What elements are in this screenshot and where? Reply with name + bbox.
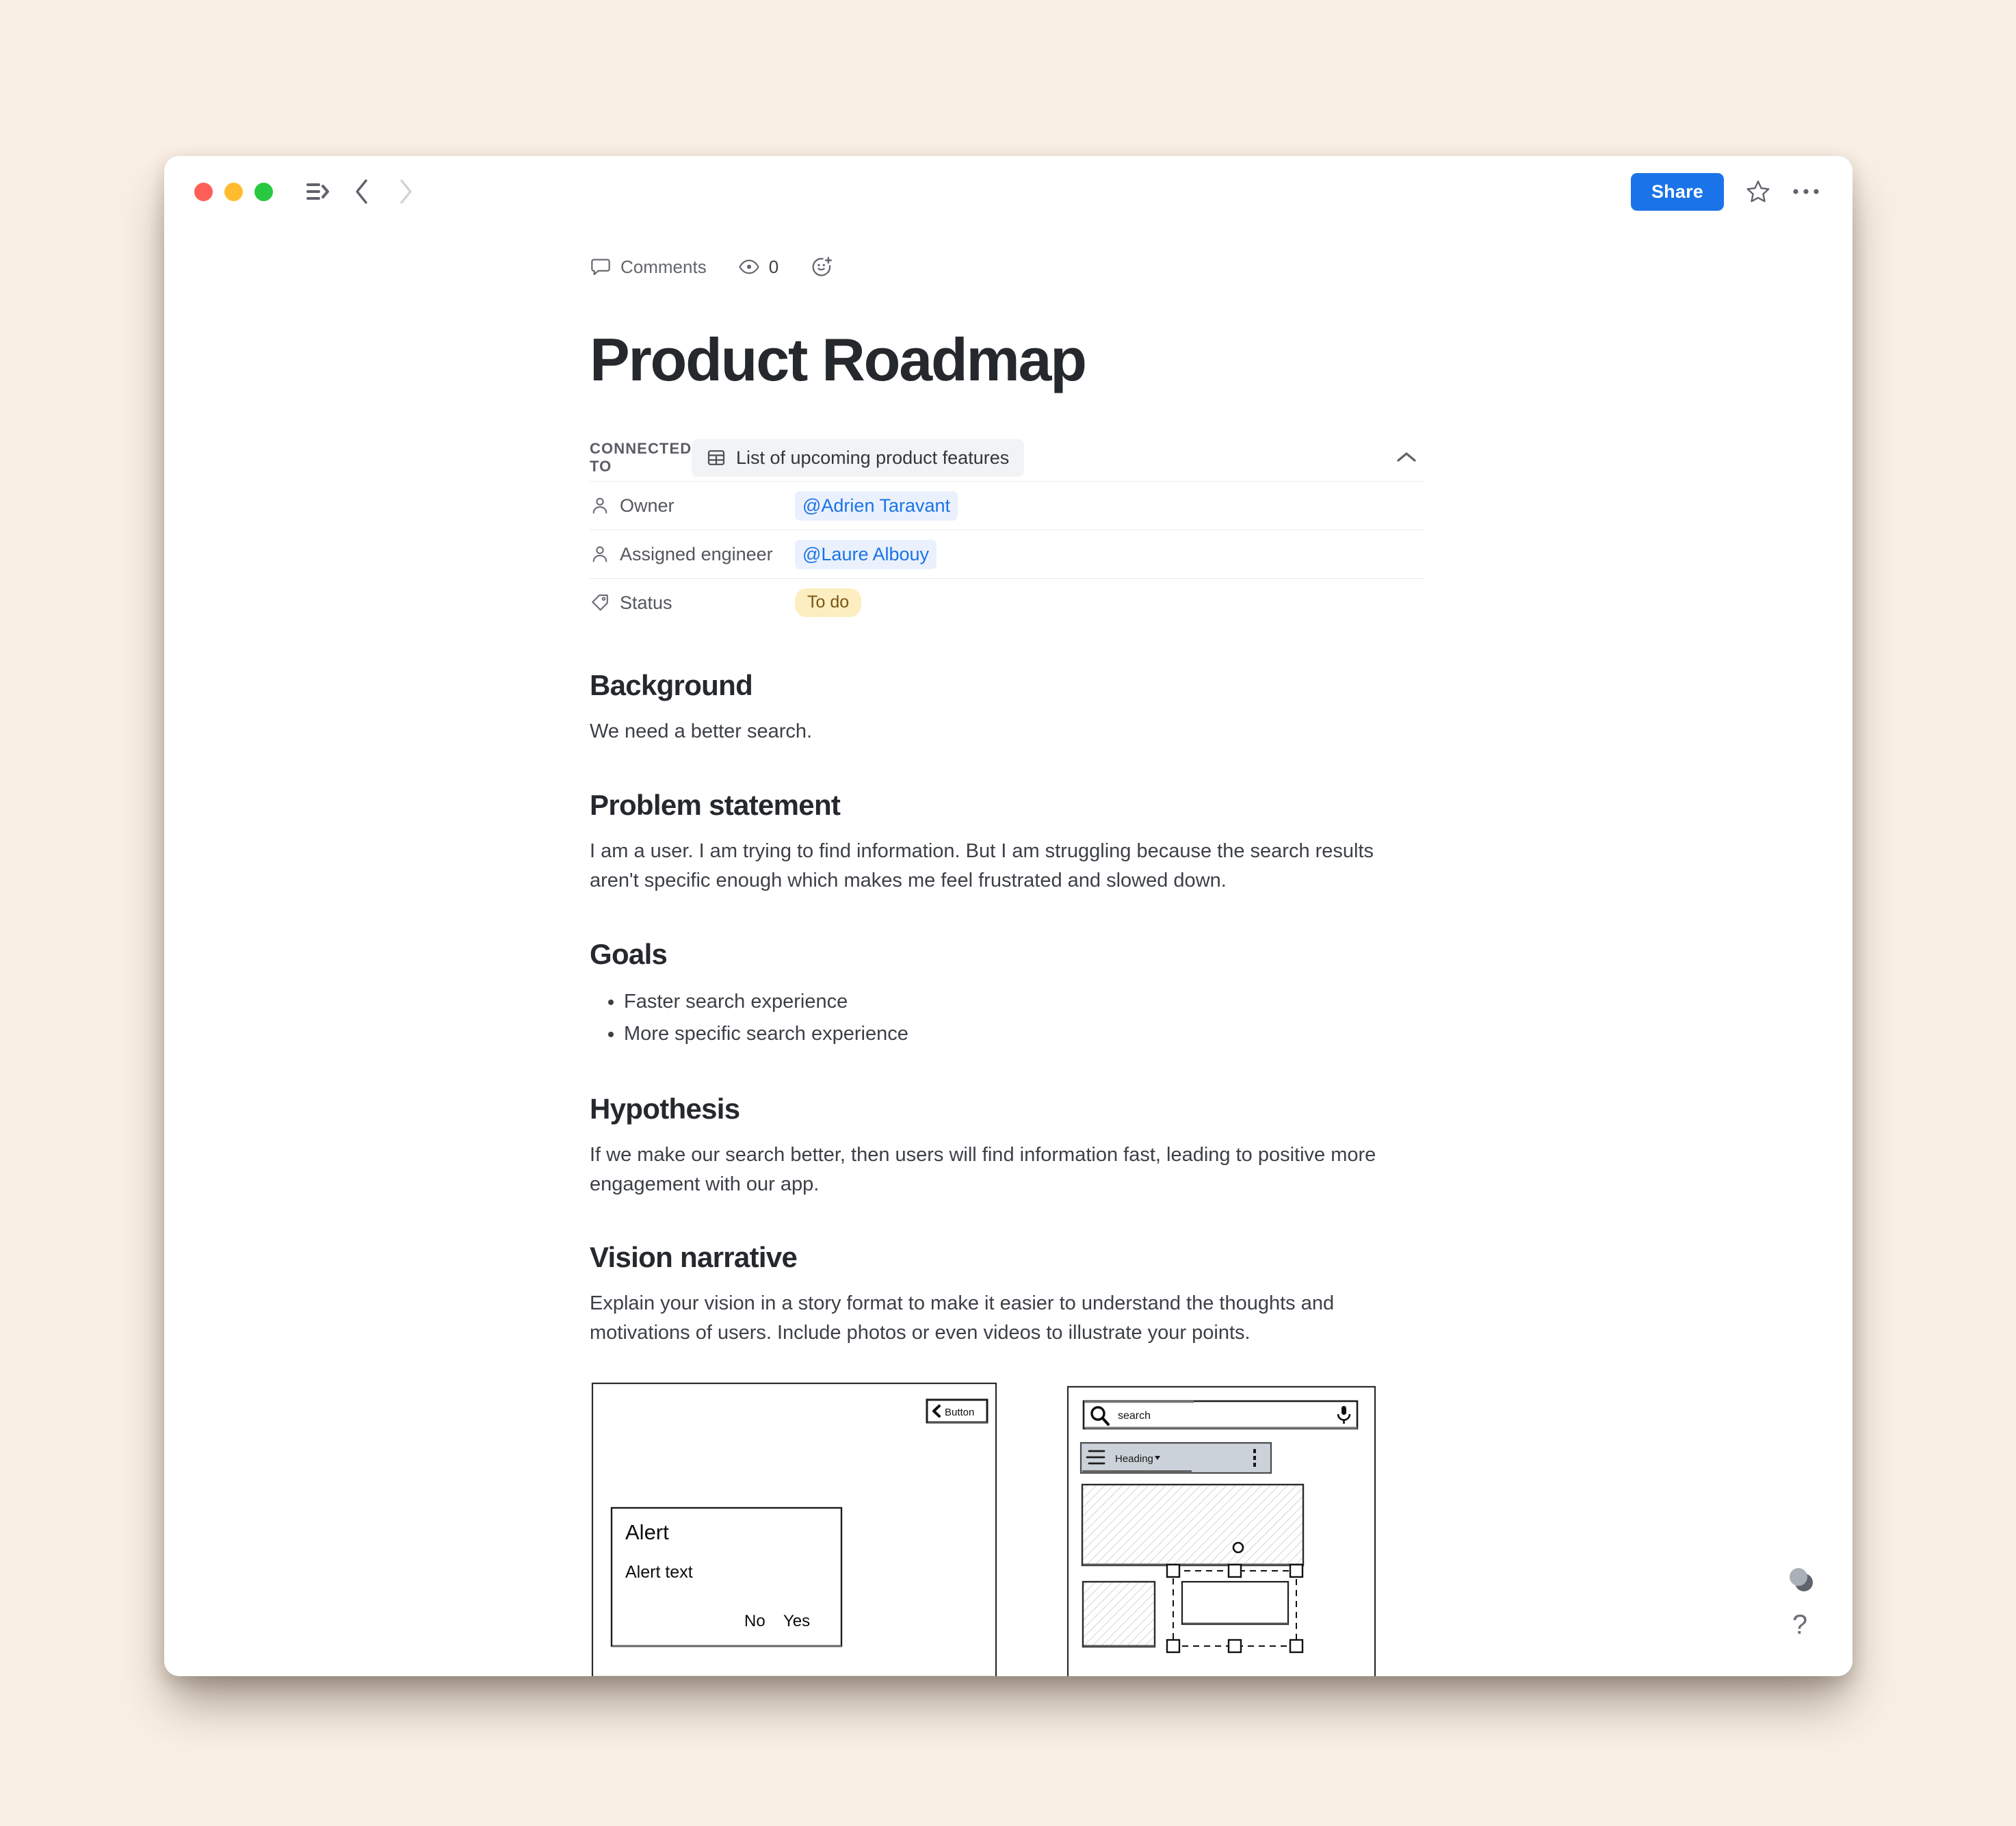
desktop-background: Share Comments 0 Product Roadmap CONNECT… [0,0,2016,1826]
svg-text:Alert text: Alert text [625,1563,693,1582]
section-heading-vision-narrative: Vision narrative [590,1241,798,1274]
section-heading-hypothesis: Hypothesis [590,1092,740,1125]
list-item: Faster search experience [624,986,1424,1018]
section-text-vision-narrative: Explain your vision in a story format to… [590,1292,1335,1344]
view-count-value: 0 [768,256,779,277]
traffic-light-controls [194,182,273,201]
svg-text:search: search [1118,1410,1151,1422]
sidebar-expand-icon[interactable] [299,172,337,211]
comments-button[interactable]: Comments [590,256,707,278]
property-row-status[interactable]: Status To do [590,578,1424,627]
connected-to-label: CONNECTED TO [590,440,692,475]
document-area: Comments 0 Product Roadmap CONNECTED TO … [164,250,1853,1676]
chevron-left-icon[interactable] [343,172,381,211]
section-heading-background: Background [590,669,753,701]
wireframe-alert-box: Alert Alert text No Yes [610,1507,843,1647]
person-icon [590,544,620,564]
table-icon [707,448,726,467]
ellipsis-icon[interactable] [1787,172,1825,211]
svg-text:Alert: Alert [625,1520,669,1544]
share-button[interactable]: Share [1630,172,1724,211]
section-text-hypothesis: If we make our search better, then users… [590,1143,1376,1195]
star-icon[interactable] [1739,172,1777,211]
wireframe-search-bar: search [1082,1400,1359,1430]
minimize-window-button[interactable] [224,182,243,201]
page-title: Product Roadmap [590,326,1087,393]
wireframe-image-placeholder-small [1082,1581,1156,1648]
property-row-assigned-engineer[interactable]: Assigned engineer @Laure Albouy [590,530,1424,578]
window-titlebar: Share [164,156,1853,227]
document-meta-bar: Comments 0 [590,250,1424,283]
property-row-owner[interactable]: Owner @Adrien Taravant [590,481,1424,530]
connected-source-name: List of upcoming product features [736,447,1010,468]
wireframe-heading-toolbar: Heading [1079,1442,1272,1474]
list-item: More specific search experience [624,1018,1424,1050]
property-label: Owner [620,495,675,516]
view-count[interactable]: 0 [738,256,778,278]
app-window: Share Comments 0 Product Roadmap CONNECT… [164,156,1853,1676]
section-heading-problem-statement: Problem statement [590,788,841,821]
chevron-up-icon[interactable] [1389,440,1424,475]
connected-source-chip[interactable]: List of upcoming product features [692,439,1025,477]
close-window-button[interactable] [194,182,213,201]
help-button[interactable]: ? [1784,1609,1816,1641]
add-reaction-button[interactable] [810,255,833,278]
svg-text:Button: Button [945,1407,974,1418]
section-text-problem-statement: I am a user. I am trying to find informa… [590,839,1374,891]
comment-bubble-icon [590,256,612,278]
tag-icon [590,592,620,613]
status-badge[interactable]: To do [795,588,862,617]
svg-text:Yes: Yes [783,1612,810,1630]
wireframe-alert-dialog[interactable]: Button Alert Alert text No Yes [590,1381,1000,1676]
overlapping-circles-icon[interactable] [1785,1564,1817,1595]
svg-text:Heading: Heading [1115,1453,1153,1465]
section-heading-goals: Goals [590,937,668,970]
owner-mention[interactable]: @Adrien Taravant [795,491,958,521]
wireframe-search-screen[interactable]: search Heading [1066,1385,1377,1676]
connected-to-header: CONNECTED TO List of upcoming product fe… [590,434,1424,481]
comments-label: Comments [620,256,707,277]
assigned-engineer-mention[interactable]: @Laure Albouy [795,539,937,569]
property-label: Status [620,592,672,613]
person-icon [590,495,620,516]
section-text-background: We need a better search. [590,720,813,742]
wireframe-gallery: Button Alert Alert text No Yes search He… [590,1381,1424,1676]
maximize-window-button[interactable] [254,182,273,201]
navigation-controls [299,172,425,211]
wireframe-button: Button [926,1398,989,1424]
property-label: Assigned engineer [620,543,773,564]
chevron-right-icon[interactable] [387,172,425,211]
add-reaction-icon [810,255,833,278]
connected-to-panel: CONNECTED TO List of upcoming product fe… [590,434,1424,627]
goals-list: Faster search experience More specific s… [590,986,1424,1050]
document-content: Comments 0 Product Roadmap CONNECTED TO … [590,250,1424,1676]
eye-icon [738,256,760,278]
svg-text:No: No [744,1612,765,1630]
wireframe-image-placeholder-large [1081,1484,1305,1567]
